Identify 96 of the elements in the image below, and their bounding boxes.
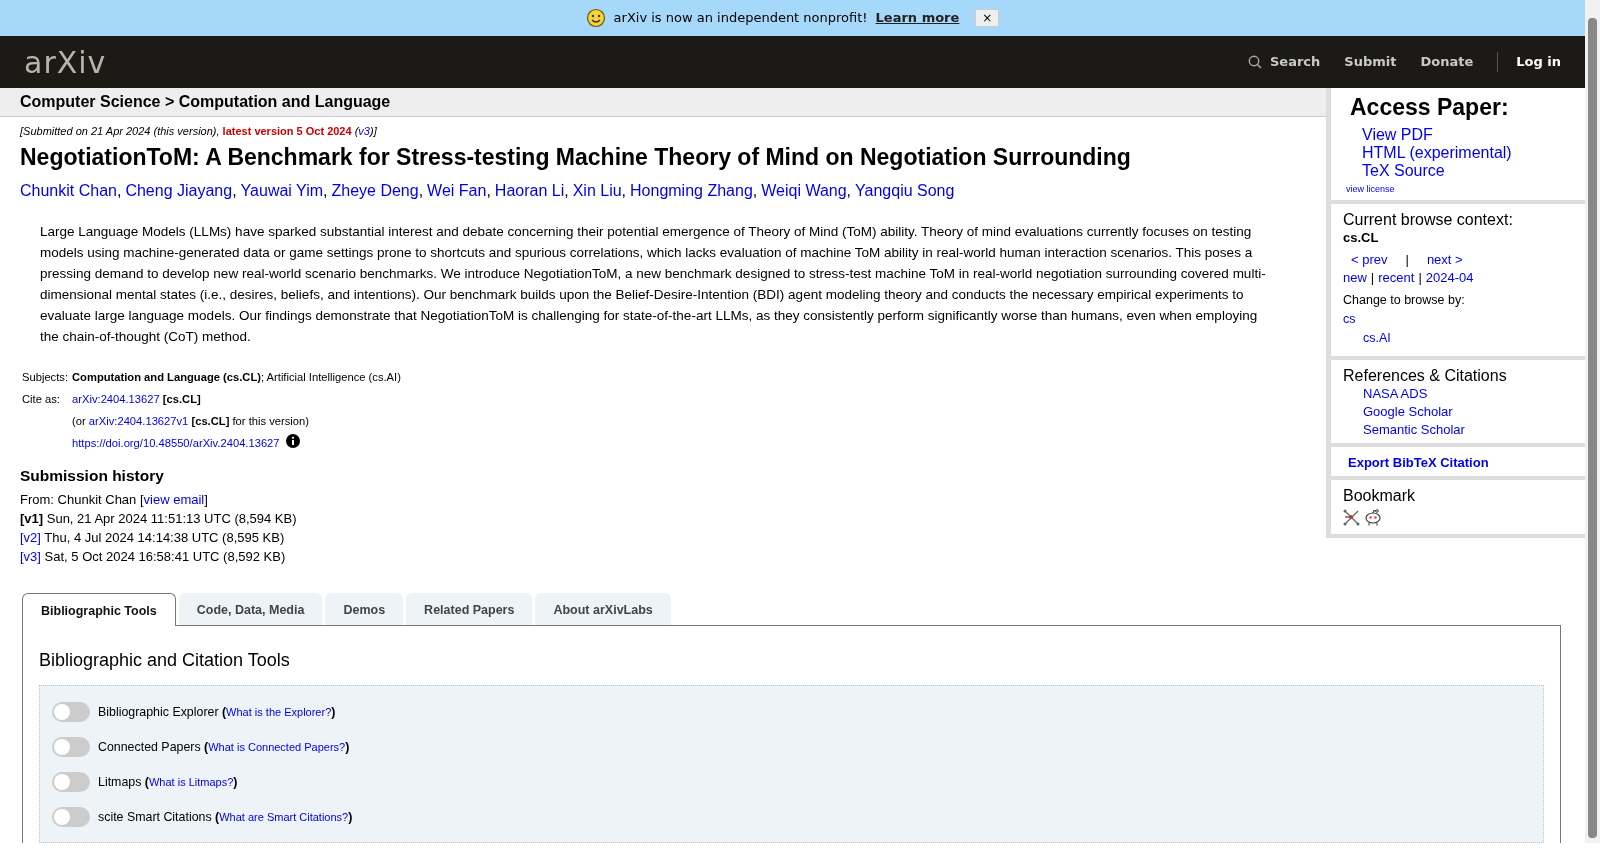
- section-heading: Bibliographic and Citation Tools: [39, 649, 291, 672]
- help-link[interactable]: What is Litmaps?: [148, 775, 234, 788]
- submission-date: [Submitted on 21 Apr 2024 (this version), latest version 5 Oct 2024 (v3)]: [19, 124, 378, 139]
- help-link[interactable]: What are Smart Citations?: [219, 810, 349, 823]
- separator: |: [1370, 269, 1375, 288]
- arxiv-id-link[interactable]: arXiv:2404.13627v1: [88, 414, 189, 427]
- login-link[interactable]: Log in: [1497, 52, 1561, 72]
- toggle-switch[interactable]: [52, 771, 90, 792]
- banner-text: arXiv is now an independent nonprofit!: [613, 9, 868, 28]
- tool-label: scite Smart Citations (What are Smart Citations?): [98, 808, 353, 826]
- comma: ,: [486, 182, 491, 200]
- version-link[interactable]: [v2]: [20, 529, 41, 545]
- version-date: Sat, 5 Oct 2024 16:58:41 UTC (8,592 KB): [43, 548, 286, 564]
- comma: ,: [323, 182, 328, 200]
- separator: |: [1405, 251, 1409, 270]
- nav-link[interactable]: Donate: [1420, 52, 1474, 72]
- tab[interactable]: Related Papers: [406, 592, 533, 625]
- robot-icon[interactable]: [1364, 509, 1382, 527]
- learn-more-link[interactable]: Learn more: [875, 8, 960, 28]
- abstract-text: Large Language Models (LLMs) have sparked substantial interest and debate concerning their potential emergence of Theory of Mind (ToM) ability. Theory of mind evaluations currently focuses on testing models using machine-generated data or game settings prone to shortcuts and spurious correlations, which lacks evaluation of machine ToM ability in real-world human interaction scenarios. This poses a pressing demand to develop new real-world scenario benchmarks. We introduce NegotiationToM, a new benchmark designed to stress-test machine ToM in real-world negotiation surrounding covered multi-dimensional mental states (i.e., desires, beliefs, and intentions). Our benchmark builds upon the Belief-Desire-Intention (BDI) agent modeling theory and conducts the necessary empirical experiments to evaluate large language models. Our findings demonstrate that NegotiationToM is challenging for state-of-the-art LLMs, as they consistently perform significantly worse than humans, even when employing the chain-of-thought (CoT) method.: [39, 223, 1267, 347]
- scrollbar[interactable]: [1585, 0, 1600, 844]
- toggle-switch[interactable]: [52, 736, 90, 757]
- author-link[interactable]: Haoran Li: [494, 182, 565, 200]
- toggle-switch[interactable]: [52, 806, 90, 827]
- browse-link[interactable]: 2024-04: [1425, 269, 1474, 288]
- comma: ,: [232, 182, 237, 200]
- tab[interactable]: Demos: [325, 592, 404, 625]
- category-link[interactable]: cs: [1343, 310, 1356, 329]
- author-link[interactable]: Xin Liu: [572, 182, 622, 200]
- comma: ,: [564, 182, 569, 200]
- help-link[interactable]: What is the Explorer?: [226, 705, 332, 718]
- sidebar-heading: Access Paper:: [1350, 94, 1510, 122]
- close-button[interactable]: ×: [975, 9, 1000, 27]
- version-date: Sun, 21 Apr 2024 11:51:13 UTC (8,594 KB): [45, 510, 297, 526]
- tool-label: Connected Papers (What is Connected Papers?): [98, 738, 350, 756]
- download-link[interactable]: TeX Source: [1362, 161, 1445, 180]
- reference-link[interactable]: Semantic Scholar: [1363, 420, 1465, 439]
- paper-title: NegotiationToM: A Benchmark for Stress-testing Machine Theory of Mind on Negotiation Surrounding: [20, 143, 1132, 172]
- license-link[interactable]: view license: [1346, 182, 1395, 197]
- separator: |: [1418, 269, 1422, 288]
- tab[interactable]: About arXivLabs: [535, 592, 671, 625]
- field-label: Subjects:: [21, 370, 70, 386]
- sidebar-heading: References & Citations: [1343, 365, 1508, 385]
- smiley-icon: [585, 8, 606, 28]
- info-icon[interactable]: [285, 434, 300, 449]
- author-link[interactable]: Yangqiu Song: [855, 182, 955, 200]
- network-icon[interactable]: [1343, 509, 1360, 527]
- download-link[interactable]: HTML (experimental): [1362, 143, 1512, 162]
- version-link[interactable]: v3: [358, 125, 370, 137]
- subjects-text: Computation and Language (cs.CL); Artificial Intelligence (cs.AI): [71, 370, 402, 386]
- author-link[interactable]: Zheye Deng: [331, 182, 419, 200]
- help-link[interactable]: What is Connected Papers?: [208, 740, 346, 753]
- tab[interactable]: Code, Data, Media: [178, 592, 323, 625]
- search-icon: [1248, 55, 1262, 69]
- version-note: (or arXiv:2404.13627v1 [cs.CL] for this version): [72, 414, 309, 427]
- reference-link[interactable]: Google Scholar: [1363, 402, 1453, 421]
- category-link[interactable]: cs.AI: [1363, 328, 1391, 348]
- tab[interactable]: Bibliographic Tools: [22, 592, 176, 626]
- browse-link[interactable]: new: [1343, 269, 1367, 288]
- browse-link[interactable]: recent: [1378, 269, 1415, 288]
- version-label: [v1]: [20, 510, 44, 526]
- sidebar-heading: Current browse context:: [1343, 210, 1514, 230]
- tool-label: Bibliographic Explorer (What is the Explorer?): [98, 703, 336, 721]
- submitter-text: From: Chunkit Chan [view email]: [20, 490, 209, 509]
- version-date: Thu, 4 Jul 2024 14:14:38 UTC (8,595 KB): [43, 529, 285, 545]
- browse-label: Change to browse by:: [1343, 292, 1466, 310]
- context-category: cs.CL: [1343, 229, 1379, 248]
- comma: ,: [116, 182, 122, 200]
- author-link[interactable]: Weiqi Wang: [761, 182, 847, 200]
- comma: ,: [418, 182, 424, 200]
- next-link[interactable]: next >: [1426, 251, 1463, 270]
- nav-link[interactable]: Submit: [1344, 52, 1397, 72]
- comma: ,: [621, 182, 627, 200]
- field-label: Cite as:: [21, 391, 61, 407]
- search-link[interactable]: Search: [1248, 52, 1321, 72]
- author-link[interactable]: Cheng Jiayang: [125, 182, 233, 200]
- export-bibtex-link[interactable]: Export BibTeX Citation: [1348, 452, 1489, 473]
- reference-link[interactable]: NASA ADS: [1363, 384, 1428, 403]
- category-tag: [cs.CL]: [162, 392, 201, 405]
- toggle-switch[interactable]: [52, 701, 90, 722]
- sidebar-heading: Bookmark: [1343, 486, 1417, 506]
- tool-label: Litmaps (What is Litmaps?): [98, 773, 238, 791]
- download-link[interactable]: View PDF: [1362, 125, 1433, 144]
- author-link[interactable]: Wei Fan: [427, 182, 487, 200]
- comma: ,: [846, 182, 852, 200]
- doi-link[interactable]: https://doi.org/10.48550/arXiv.2404.13627: [72, 437, 280, 450]
- prev-link[interactable]: < prev: [1351, 251, 1388, 270]
- comma: ,: [752, 182, 758, 200]
- section-heading: Submission history: [20, 467, 165, 486]
- version-link[interactable]: [v3]: [20, 548, 41, 564]
- author-link[interactable]: Hongming Zhang: [630, 182, 753, 200]
- breadcrumb-bar: Computer Science > Computation and Language: [0, 88, 1326, 117]
- author-link[interactable]: Yauwai Yim: [240, 182, 323, 200]
- arxiv-logo[interactable]: arXiv: [24, 39, 107, 85]
- arxiv-id-link[interactable]: arXiv:2404.13627: [72, 392, 160, 405]
- author-link[interactable]: Chunkit Chan: [20, 182, 117, 200]
